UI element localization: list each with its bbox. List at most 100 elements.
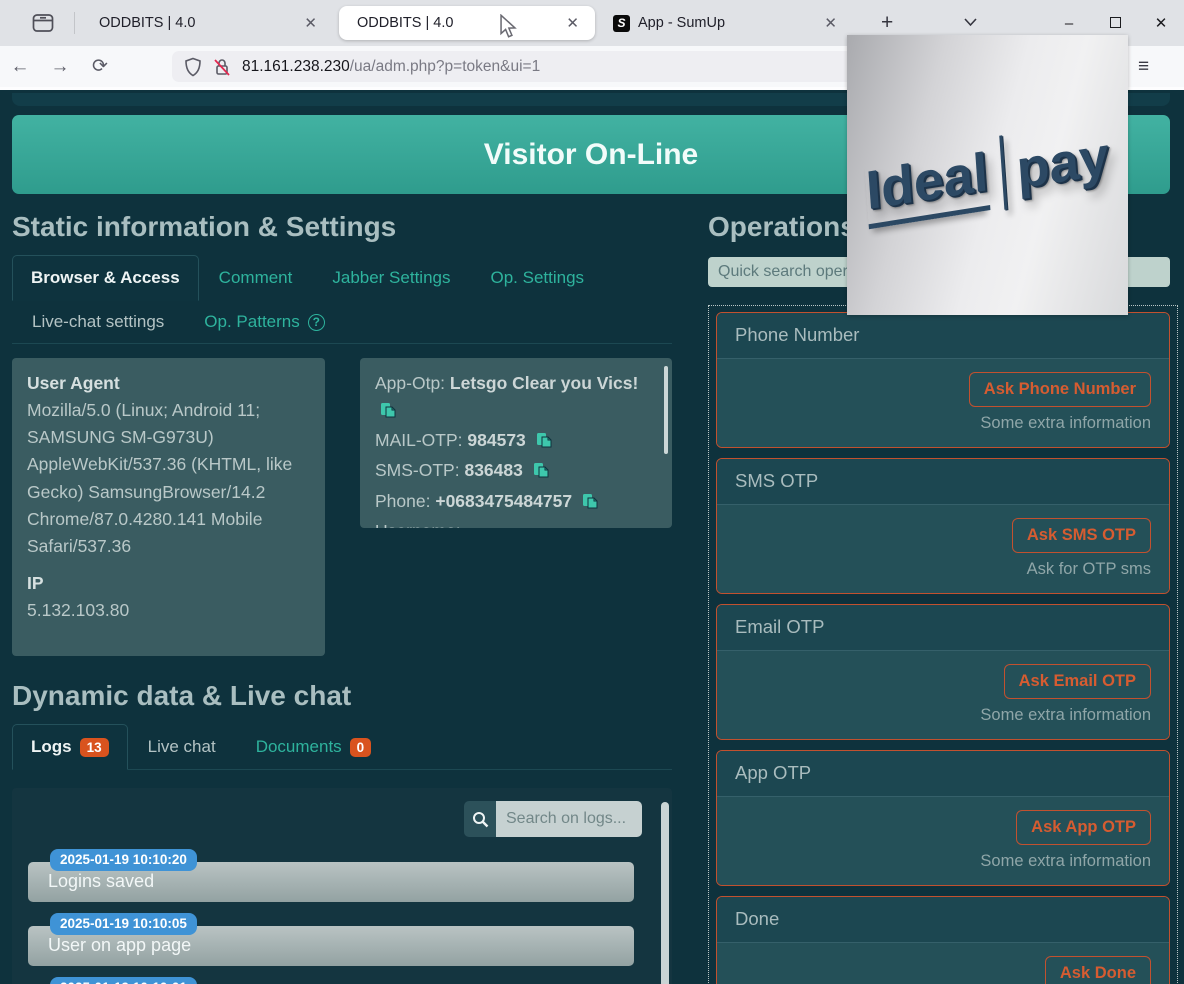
otp-value: 984573 [467, 430, 526, 451]
window-controls: – ✕ [1046, 10, 1184, 36]
search-button[interactable] [464, 801, 496, 837]
otp-value: +0683475484757 [435, 490, 573, 511]
reload-button[interactable]: ⟳ [80, 55, 120, 78]
close-tab-icon[interactable]: ✕ [298, 12, 323, 34]
op-card-body: Ask Done Some extra information [717, 943, 1169, 984]
op-card-title: App OTP [717, 751, 1169, 797]
tab-item[interactable]: Live-chat settings [12, 300, 184, 344]
op-card-title: Done [717, 897, 1169, 943]
logs-search-input[interactable] [496, 801, 642, 837]
tab-label: Browser & Access [31, 268, 180, 287]
tab-label: Live chat [147, 737, 216, 756]
browser-tab-3[interactable]: S App - SumUp ✕ [603, 6, 853, 40]
shield-icon[interactable] [184, 57, 202, 77]
ask-button[interactable]: Ask Phone Number [968, 372, 1151, 407]
static-section-title: Static information & Settings [12, 211, 397, 242]
op-card: Done Ask Done Some extra information [716, 896, 1170, 984]
tab-item[interactable]: Browser & Access [12, 255, 199, 301]
tab-badge: 13 [79, 737, 109, 757]
copy-icon[interactable] [536, 430, 553, 457]
url-path: /ua/adm.php?p=token&ui=1 [349, 57, 541, 75]
otp-value: 836483 [464, 460, 523, 481]
copy-icon[interactable] [380, 400, 397, 427]
tab-item[interactable]: Logs 13 [12, 724, 128, 770]
otp-scrollbar[interactable] [664, 366, 668, 454]
op-card-caption: Ask for OTP sms [1026, 560, 1151, 578]
menu-hamburger-icon[interactable]: ≡ [1138, 56, 1149, 78]
logs-scrollbar[interactable] [661, 802, 669, 984]
log-timestamp-badge: 2025-01-19 10:10:05 [50, 913, 197, 935]
insecure-lock-icon[interactable] [212, 57, 232, 77]
ip-value: 5.132.103.80 [27, 600, 130, 620]
archive-box-icon [32, 14, 54, 32]
new-tab-button[interactable]: + [873, 11, 901, 35]
tab-badge: 0 [349, 737, 372, 757]
close-tab-icon[interactable]: ✕ [818, 12, 843, 34]
log-timestamp-badge: 2025-01-19 10:10:20 [50, 849, 197, 871]
tab-label: Documents [255, 737, 342, 756]
otp-label: App-Otp: [375, 373, 446, 393]
otp-rows: App-Otp: Letsgo Clear you Vics! MAIL-OTP… [375, 370, 657, 528]
banner-title: Visitor On-Line [483, 137, 699, 171]
idealpay-logo-text: Ideal pay [864, 119, 1111, 231]
dynamic-tabs: Logs 13 Live chat Documents 0 [12, 724, 672, 770]
op-card: Email OTP Ask Email OTP Some extra infor… [716, 604, 1170, 740]
user-agent-label: User Agent [27, 373, 120, 393]
static-tabs: Browser & Access Comment Jabber Settings… [12, 255, 672, 344]
tab-item[interactable]: Op. Settings [471, 256, 605, 300]
otp-row: Username: Wijlegenvissen@idealpay.com [375, 518, 657, 528]
tab-separator [74, 12, 75, 34]
search-icon [472, 811, 488, 827]
op-card-caption: Some extra information [980, 852, 1151, 870]
sumup-favicon: S [613, 14, 630, 32]
maximize-button[interactable] [1092, 11, 1138, 36]
log-entry: 2025-01-19 10:10:01 [28, 977, 634, 984]
copy-icon[interactable] [582, 491, 599, 518]
browser-tab-2-active[interactable]: ODDBITS | 4.0 ✕ [339, 6, 595, 40]
tab-title: ODDBITS | 4.0 [357, 15, 454, 31]
close-tab-icon[interactable]: ✕ [560, 12, 585, 34]
list-tabs-chevron-icon[interactable] [963, 14, 978, 32]
otp-row: Phone: +0683475484757 [375, 488, 657, 518]
tab-label: Live-chat settings [32, 312, 165, 331]
url-text: 81.161.238.230/ua/adm.php?p=token&ui=1 [242, 58, 540, 76]
forward-button[interactable]: → [40, 56, 80, 78]
back-button[interactable]: ← [0, 56, 40, 78]
minimize-button[interactable]: – [1046, 11, 1092, 36]
help-icon[interactable]: ? [307, 313, 325, 331]
tab-title: App - SumUp [638, 15, 726, 31]
tab-label: Jabber Settings [332, 268, 451, 287]
otp-row: MAIL-OTP: 984573 [375, 427, 657, 457]
otp-label: SMS-OTP: [375, 460, 460, 481]
op-card: SMS OTP Ask SMS OTP Ask for OTP sms [716, 458, 1170, 594]
log-entry: 2025-01-19 10:10:05 User on app page [28, 913, 634, 966]
close-window-button[interactable]: ✕ [1138, 10, 1184, 36]
copy-icon[interactable] [533, 460, 550, 487]
op-card-body: Ask App OTP Some extra information [717, 797, 1169, 885]
tab-item[interactable]: Documents 0 [236, 725, 392, 769]
operations-panel: Phone Number Ask Phone Number Some extra… [708, 305, 1178, 984]
log-entry: 2025-01-19 10:10:20 Logins saved [28, 849, 634, 902]
tab-item[interactable]: Jabber Settings [312, 256, 470, 300]
ask-button[interactable]: Ask App OTP [1016, 810, 1151, 845]
maximize-icon [1109, 16, 1121, 28]
tab-item[interactable]: Comment [199, 256, 313, 300]
logs-search-row [28, 801, 642, 837]
tab-label: Logs [31, 737, 72, 756]
ask-button[interactable]: Ask Done [1044, 956, 1151, 984]
ask-button[interactable]: Ask Email OTP [1003, 664, 1151, 699]
op-card-title: Email OTP [717, 605, 1169, 651]
otp-row: SMS-OTP: 836483 [375, 457, 657, 487]
ask-button[interactable]: Ask SMS OTP [1011, 518, 1151, 553]
firefox-view-icon[interactable] [26, 8, 60, 38]
op-card-body: Ask Email OTP Some extra information [717, 651, 1169, 739]
url-domain: 81.161.238.230 [242, 57, 350, 75]
browser-tab-1[interactable]: ODDBITS | 4.0 ✕ [81, 6, 333, 40]
op-card-caption: Some extra information [980, 706, 1151, 724]
log-timestamp-badge: 2025-01-19 10:10:01 [50, 977, 197, 984]
tab-label: Op. Settings [490, 268, 585, 287]
op-card-body: Ask Phone Number Some extra information [717, 359, 1169, 447]
tab-item[interactable]: Op. Patterns ? [184, 300, 344, 344]
logo-word-pay: pay [1014, 125, 1111, 201]
tab-item[interactable]: Live chat [128, 725, 236, 769]
